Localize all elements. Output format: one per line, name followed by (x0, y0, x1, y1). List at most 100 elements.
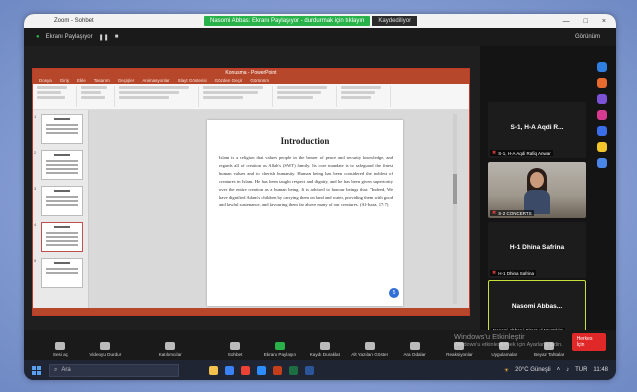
thumb-number: 5 (34, 258, 37, 263)
slide-thumbnail-selected[interactable] (41, 222, 83, 252)
participant-tile-active-speaker[interactable]: Nasomi Abbas... Nasomi Abbas | Siraat-ul… (488, 280, 586, 336)
mic-muted-icon: ✖ (492, 270, 497, 276)
participant-name: Nasomi Abbas... (511, 303, 563, 310)
share-screen-button[interactable]: Ekranı Paylaşın (258, 342, 303, 357)
thumb-number: 1 (34, 114, 37, 119)
ppt-tab[interactable]: Geçişler (118, 78, 135, 83)
breakout-rooms-button[interactable]: Ara Odalar (392, 342, 437, 357)
stop-video-button[interactable]: Videoyu Durdur (83, 342, 128, 357)
cc-icon (364, 342, 375, 350)
microphone-icon (55, 342, 66, 350)
scrollbar-thumb[interactable] (453, 174, 457, 204)
breakout-icon (409, 342, 420, 350)
slide-editing-area: Introduction Islam is a religion that va… (89, 110, 469, 310)
excel-icon[interactable] (289, 365, 298, 375)
taskbar-search[interactable]: ⌕ Ara (49, 363, 179, 377)
minimize-button[interactable]: — (563, 18, 570, 25)
edge-icon[interactable] (225, 365, 234, 375)
ppt-tab[interactable]: Görünüm (250, 78, 269, 83)
ribbon-group-editing[interactable] (341, 86, 391, 107)
share-status-banner[interactable]: Nasomi Abbas: Ekranı Paylaşıyor - durdur… (204, 16, 371, 26)
monitor-screen: Zoom - Sohbet Nasomi Abbas: Ekranı Payla… (24, 14, 616, 380)
slide-thumbnail[interactable] (41, 258, 83, 288)
app-icon[interactable] (597, 126, 607, 136)
participant-tile[interactable]: S-1, H-A Aqdi R... ✖ S-1, H-A Aqdi Rafiq … (488, 102, 586, 158)
powerpoint-icon[interactable] (273, 365, 282, 375)
chrome-icon[interactable] (241, 365, 250, 375)
slide-thumbnail[interactable] (41, 114, 83, 144)
participant-name: S-1, H-A Aqdi R... (510, 124, 564, 131)
clock[interactable]: 11:48 (593, 367, 608, 373)
participant-tag: ✖ S-1, H-A Aqdi Rafiq Anwar (490, 150, 553, 156)
app-icon[interactable] (597, 158, 607, 168)
participant-name: H-1 Dhina Safrina (509, 244, 565, 251)
chat-button[interactable]: Sohbet (213, 342, 258, 357)
ppt-ribbon-tabs: Dosya Giriş Ekle Tasarım Geçişler Animas… (33, 77, 469, 84)
recording-indicator[interactable]: Kaydediliyor (372, 16, 418, 26)
windows-taskbar: ⌕ Ara ☀ 20°C Güneşli ˄ ♪ TUR 11:48 (24, 360, 616, 380)
app-icon[interactable] (597, 62, 607, 72)
app-icon[interactable] (597, 78, 607, 88)
slide-thumbnail[interactable] (41, 150, 83, 180)
slide-title: Introduction (280, 136, 330, 146)
pause-icon[interactable]: ❚❚ (99, 34, 109, 41)
ppt-tab[interactable]: Animasyonlar (142, 78, 169, 83)
windows-start-icon[interactable] (32, 365, 41, 375)
search-icon: ⌕ (54, 366, 58, 373)
participants-button[interactable]: Katılımcılar (148, 342, 193, 357)
thumb-number: 2 (34, 150, 37, 155)
end-meeting-button[interactable]: Herkes İçin (571, 333, 607, 351)
weather-text[interactable]: 20°C Güneşli (515, 367, 550, 373)
photo-frame: Zoom - Sohbet Nasomi Abbas: Ekranı Payla… (0, 0, 637, 392)
ppt-tab[interactable]: Gözden Geçir (215, 78, 243, 83)
people-icon (165, 342, 176, 350)
chat-icon (230, 342, 241, 350)
shared-powerpoint-window: Konusma - PowerPoint Dosya Giriş Ekle Ta… (32, 68, 470, 316)
ribbon-group-drawing[interactable] (277, 86, 337, 107)
thumb-number: 4 (34, 222, 37, 227)
volume-icon[interactable]: ♪ (566, 367, 569, 373)
ppt-workspace: 1 2 3 4 5 Introduction Islam is a religi… (33, 110, 469, 310)
slide-scrollbar[interactable] (453, 114, 457, 304)
ribbon-group-font[interactable] (119, 86, 199, 107)
chevron-up-icon[interactable]: ˄ (557, 367, 561, 373)
ribbon-group-clipboard[interactable] (37, 86, 77, 107)
stop-icon[interactable]: ■ (115, 34, 119, 40)
mic-muted-icon: ✖ (492, 210, 497, 216)
window-titlebar: Zoom - Sohbet Nasomi Abbas: Ekranı Payla… (24, 14, 616, 28)
ribbon-group-paragraph[interactable] (203, 86, 273, 107)
app-icon[interactable] (597, 94, 607, 104)
file-explorer-icon[interactable] (209, 365, 218, 375)
mic-muted-icon: ✖ (492, 150, 497, 156)
unmute-button[interactable]: Sesi aç (38, 342, 83, 357)
ppt-tab[interactable]: Slayt Gösterisi (178, 78, 207, 83)
window-controls: — □ × (563, 18, 616, 25)
slide-thumbnail[interactable] (41, 186, 83, 216)
system-tray: ☀ 20°C Güneşli ˄ ♪ TUR 11:48 (504, 367, 616, 374)
slide-page-badge: 5 (389, 288, 399, 298)
pause-recording-button[interactable]: Kaydı Duraklat (302, 342, 347, 357)
captions-button[interactable]: Alt Yazıları Göster (347, 342, 392, 357)
zoom-icon[interactable] (257, 365, 266, 375)
app-title: Zoom - Sohbet (54, 18, 94, 24)
close-button[interactable]: × (602, 18, 606, 25)
zoom-top-bar: ● Ekranı Paylaşıyor ❚❚ ■ Görünüm (24, 28, 616, 46)
shield-icon: ● (36, 34, 40, 40)
participant-tile[interactable]: H-1 Dhina Safrina ✖ H-1 Dhina Safrina (488, 222, 586, 278)
pause-icon (319, 342, 330, 350)
ppt-tab[interactable]: Dosya (39, 78, 52, 83)
maximize-button[interactable]: □ (584, 18, 588, 25)
ppt-tab[interactable]: Tasarım (94, 78, 110, 83)
view-button[interactable]: Görünüm (575, 34, 616, 40)
language-indicator[interactable]: TUR (575, 367, 587, 373)
share-screen-icon (274, 342, 285, 350)
ppt-tab[interactable]: Giriş (60, 78, 69, 83)
weather-icon: ☀ (503, 367, 510, 374)
ppt-tab[interactable]: Ekle (77, 78, 86, 83)
word-icon[interactable] (305, 365, 314, 375)
app-icon[interactable] (597, 142, 607, 152)
current-slide[interactable]: Introduction Islam is a religion that va… (207, 120, 403, 306)
participant-video-tile[interactable]: ✖ S-2 CONCERTS (488, 162, 586, 218)
app-icon[interactable] (597, 110, 607, 120)
ribbon-group-slides[interactable] (81, 86, 115, 107)
